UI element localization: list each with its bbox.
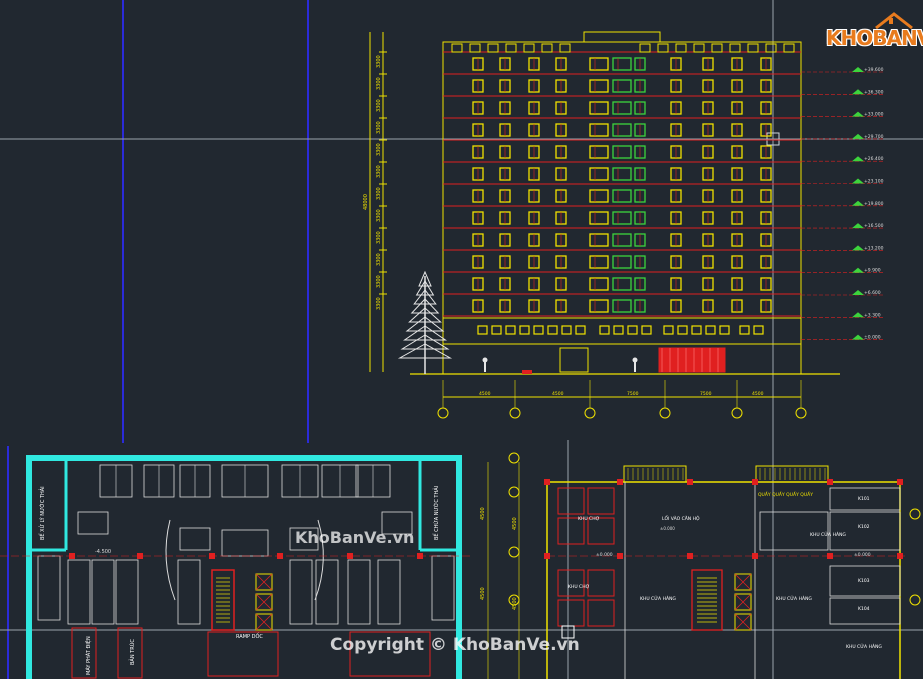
grid-dimension: 7500 — [627, 391, 639, 397]
cad-drawing-canvas[interactable]: 3300 3300 3300 3300 3300 3300 3300 3300 3300 3300… — [0, 0, 923, 679]
grid-dimension: 4500 — [552, 391, 564, 397]
level-label: +23.100 — [864, 179, 884, 185]
room-label: KHU CHỢ — [578, 516, 600, 522]
column — [687, 553, 693, 559]
grid-dimension: 4500 — [752, 391, 764, 397]
level-label: +26.400 — [864, 156, 884, 162]
column — [752, 553, 758, 559]
total-height-dimension: 48000 — [363, 194, 369, 210]
level-label: +36.300 — [864, 89, 884, 95]
column — [827, 479, 833, 485]
column — [544, 553, 550, 559]
level-label: ±0.000 — [864, 335, 881, 341]
height-dimension: 3300 — [376, 121, 382, 134]
column — [347, 553, 353, 559]
room-label: BỂ XỬ LÝ NƯỚC THẢI — [38, 486, 46, 540]
grid-dimension: 7500 — [700, 391, 712, 397]
height-dimension: 3300 — [376, 275, 382, 288]
column — [209, 553, 215, 559]
shop-code: K104 — [858, 606, 870, 612]
watermark-center: KhoBanVe.vn — [295, 528, 415, 547]
column — [417, 553, 423, 559]
level-label: -4.500 — [95, 549, 111, 555]
column — [69, 553, 75, 559]
level-label: +6.600 — [864, 290, 881, 296]
height-dimension: 3300 — [376, 209, 382, 222]
level-label: +19.800 — [864, 201, 884, 207]
person-head — [632, 357, 638, 363]
level-label: +33.000 — [864, 112, 884, 118]
room-label: KHU CHỢ — [568, 584, 590, 590]
plan-dimension: 4500 — [480, 507, 486, 520]
red-shopfront — [658, 347, 726, 373]
column — [277, 553, 283, 559]
column — [752, 479, 758, 485]
logo-text: KHOBANVE — [826, 26, 923, 50]
khobanve-logo[interactable]: KHOBANVE — [826, 10, 923, 50]
level-label: ±0.000 — [596, 552, 613, 558]
height-dimension: 3300 — [376, 297, 382, 310]
column — [544, 479, 550, 485]
shop-code: K103 — [858, 578, 870, 584]
column — [617, 479, 623, 485]
column — [617, 553, 623, 559]
level-label: ±0.000 — [660, 526, 675, 531]
column — [687, 479, 693, 485]
level-label: +29.700 — [864, 134, 884, 140]
room-label: MÁY PHÁT ĐIỆN — [84, 636, 92, 675]
level-label: +3.300 — [864, 312, 881, 318]
shop-code: K102 — [858, 524, 870, 530]
watermark-copyright: Copyright © KhoBanVe.vn — [330, 635, 580, 655]
column — [897, 479, 903, 485]
level-label: +13.200 — [864, 245, 884, 251]
level-label: +9.900 — [864, 268, 881, 274]
height-dimension: 3300 — [376, 55, 382, 68]
room-label: BỂ CHỨA NƯỚC THẢI — [432, 486, 440, 540]
height-dimension: 3300 — [376, 187, 382, 200]
plan-dimension: 4500 — [512, 597, 518, 610]
shop-code: K101 — [858, 496, 870, 502]
person-head — [482, 357, 488, 363]
height-dimension: 3300 — [376, 99, 382, 112]
level-label: +39.600 — [864, 67, 884, 73]
height-dimension: 3300 — [376, 77, 382, 90]
grid-dimension: 4500 — [479, 391, 491, 397]
level-label: +16.500 — [864, 223, 884, 229]
height-dimension: 3300 — [376, 231, 382, 244]
height-dimension: 3300 — [376, 165, 382, 178]
plan-dimension: 4500 — [512, 517, 518, 530]
red-marker — [522, 370, 532, 374]
room-label: BẢN TRÚC — [128, 639, 136, 665]
height-dimension: 3300 — [376, 253, 382, 266]
column — [137, 553, 143, 559]
height-dimension: 3300 — [376, 143, 382, 156]
column — [827, 553, 833, 559]
room-label: RAMP DỐC — [236, 632, 263, 640]
level-label: ±0.000 — [854, 552, 871, 558]
column — [897, 553, 903, 559]
plan-dimension: 4500 — [480, 587, 486, 600]
